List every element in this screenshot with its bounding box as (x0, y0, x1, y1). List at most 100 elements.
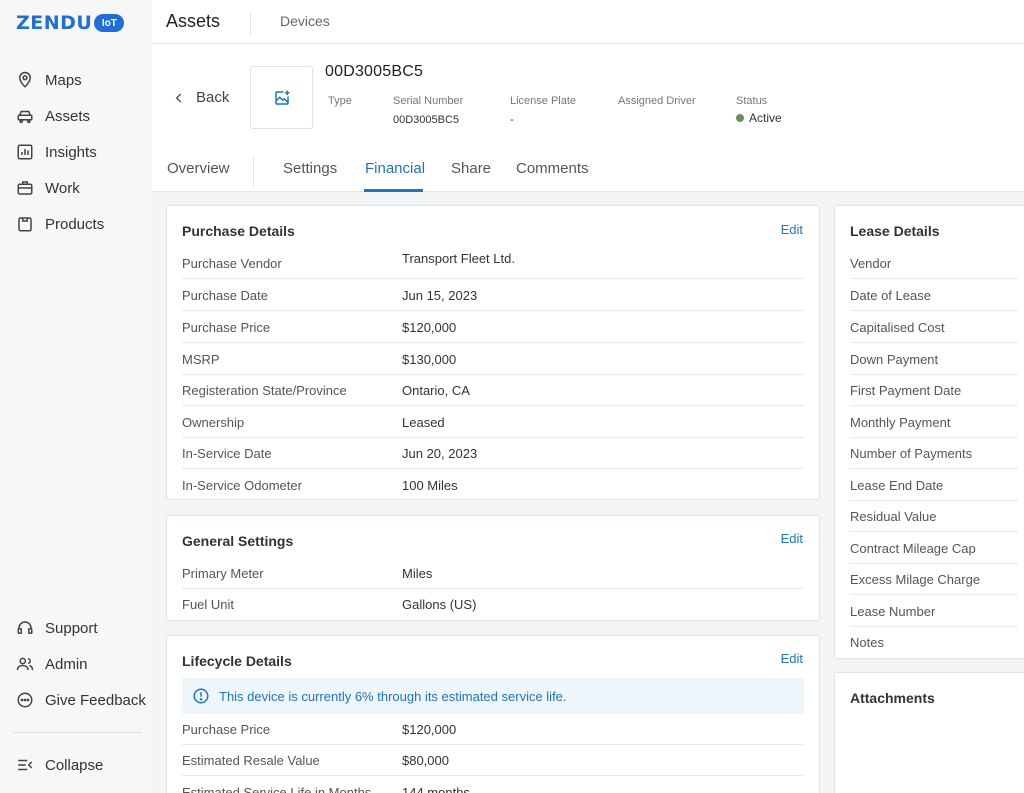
meta-driver: Assigned Driver (618, 95, 696, 114)
table-row: Purchase Date Jun 15, 2023 (182, 279, 804, 311)
active-tab-indicator (364, 189, 423, 192)
tab-share[interactable]: Share (451, 160, 491, 177)
sidebar: ZENDU IoT Maps Assets Insights Work Prod… (0, 0, 152, 793)
chart-icon (17, 144, 33, 160)
sidebar-item-feedback[interactable]: Give Feedback (0, 682, 152, 718)
tab-financial[interactable]: Financial (365, 160, 425, 177)
sidebar-item-label: Support (45, 619, 98, 637)
row-label: MSRP (182, 352, 220, 367)
zendu-logo[interactable]: ZENDU IoT (16, 12, 125, 34)
table-row: Primary Meter Miles (182, 557, 804, 589)
row-label: Registeration State/Province (182, 383, 347, 398)
collapse-label: Collapse (45, 756, 104, 774)
sidebar-item-maps[interactable]: Maps (0, 62, 152, 98)
table-row: Ownership Leased (182, 406, 804, 438)
row-label: Down Payment (850, 352, 939, 367)
table-row: Down Payment (850, 343, 1018, 375)
lease-details-title: Lease Details (850, 223, 940, 239)
status-dot (736, 114, 744, 122)
row-label: Fuel Unit (182, 597, 235, 612)
top-bar: Assets Devices (152, 0, 1024, 44)
row-value: Ontario, CA (402, 383, 470, 398)
tab-overview[interactable]: Overview (167, 160, 230, 177)
headset-icon (17, 621, 33, 634)
table-row: Purchase Price $120,000 (182, 311, 804, 343)
topbar-divider (250, 12, 251, 34)
row-value: 100 Miles (402, 478, 458, 493)
sidebar-item-admin[interactable]: Admin (0, 646, 152, 682)
row-label: Estimated Service Life in Months (182, 785, 372, 793)
row-label: Purchase Vendor (182, 256, 282, 271)
row-value: Gallons (US) (402, 597, 477, 612)
map-pin-icon (18, 71, 32, 88)
row-label: First Payment Date (850, 383, 962, 398)
breadcrumb-devices[interactable]: Devices (280, 13, 330, 29)
table-row: Capitalised Cost (850, 311, 1018, 343)
table-row: Residual Value (850, 500, 1018, 532)
table-row: Number of Payments (850, 437, 1018, 469)
asset-header: Back 00D3005BC5 Type Serial Number 00D30… (152, 44, 1024, 192)
table-row: Excess Milage Charge (850, 563, 1018, 595)
status-value: Active (749, 111, 782, 125)
back-label: Back (196, 89, 230, 106)
row-label: In-Service Date (182, 446, 272, 461)
table-row: MSRP $130,000 (182, 343, 804, 375)
table-row: Notes (850, 626, 1018, 658)
row-label: Contract Mileage Cap (850, 541, 976, 556)
tab-settings[interactable]: Settings (283, 160, 337, 177)
purchase-edit-button[interactable]: Edit (781, 222, 803, 237)
row-label: Purchase Price (182, 320, 271, 335)
table-row: Lease End Date (850, 469, 1018, 501)
meta-plate: License Plate - (510, 95, 576, 126)
back-button[interactable]: Back (172, 89, 229, 106)
row-label: Primary Meter (182, 566, 264, 581)
asset-image-placeholder[interactable] (250, 66, 313, 129)
users-icon (16, 657, 34, 671)
chevron-left-icon (175, 92, 182, 103)
table-row: Estimated Service Life in Months 144 mont… (182, 776, 804, 793)
info-icon (193, 688, 209, 704)
sidebar-item-label: Give Feedback (45, 691, 146, 709)
collapse-button[interactable]: Collapse (0, 747, 152, 783)
table-row: Fuel Unit Gallons (US) (182, 588, 804, 620)
briefcase-icon (17, 181, 33, 195)
sidebar-item-support[interactable]: Support (0, 610, 152, 646)
sidebar-item-label: Insights (45, 143, 97, 161)
sidebar-item-label: Products (45, 215, 105, 233)
meta-serial-label: Serial Number (393, 95, 464, 107)
row-label: Ownership (182, 415, 245, 430)
collapse-icon (18, 759, 33, 771)
sidebar-item-label: Admin (45, 655, 88, 673)
row-label: Purchase Price (182, 722, 271, 737)
table-row: Vendor (850, 247, 1018, 279)
lifecycle-edit-button[interactable]: Edit (781, 651, 803, 666)
sidebar-item-insights[interactable]: Insights (0, 134, 152, 170)
sidebar-item-products[interactable]: Products (0, 206, 152, 242)
sidebar-item-work[interactable]: Work (0, 170, 152, 206)
row-label: Estimated Resale Value (182, 753, 320, 768)
chat-icon (17, 692, 33, 708)
meta-serial: Serial Number 00D3005BC5 (393, 95, 463, 126)
lease-details-card: Lease Details Vendor Date of Lease Capit… (834, 205, 1024, 659)
general-settings-card: General Settings Edit Primary Meter Miles… (166, 515, 820, 621)
table-row: Date of Lease (850, 279, 1018, 311)
sidebar-item-assets[interactable]: Assets (0, 98, 152, 134)
table-row: Registeration State/Province Ontario, CA (182, 374, 804, 406)
service-life-banner: This device is currently 6% through its … (182, 678, 804, 714)
row-value: Leased (402, 415, 445, 430)
row-value: $80,000 (402, 753, 449, 768)
meta-type-label: Type (328, 95, 352, 107)
meta-plate-label: License Plate (510, 95, 577, 107)
row-value: Transport Fleet Ltd. (402, 251, 515, 266)
asset-id: 00D3005BC5 (325, 63, 424, 80)
meta-status-label: Status (736, 95, 768, 107)
status-badge: Active (736, 111, 782, 125)
table-row: Monthly Payment (850, 406, 1018, 438)
table-row: In-Service Date Jun 20, 2023 (182, 437, 804, 469)
general-edit-button[interactable]: Edit (781, 531, 803, 546)
logo-text: ZENDU (16, 12, 93, 34)
row-value: $120,000 (402, 722, 457, 737)
service-life-text: This device is currently 6% through its … (219, 688, 567, 704)
row-label: Lease End Date (850, 478, 944, 493)
tab-comments[interactable]: Comments (516, 160, 589, 177)
